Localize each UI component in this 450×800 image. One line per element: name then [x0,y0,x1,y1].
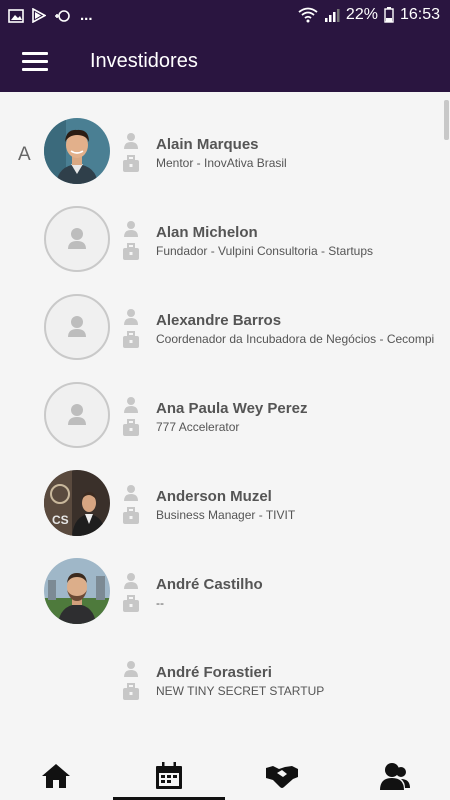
image-icon [8,8,24,23]
person-icon [124,133,138,149]
signal-icon [324,9,340,22]
person-icon [124,485,138,501]
investor-role: NEW TINY SECRET STARTUP [156,684,325,698]
nav-calendar[interactable] [113,752,225,800]
menu-icon[interactable] [22,52,48,72]
side-icons [122,308,140,354]
side-icons [122,132,140,178]
data-saver-icon [55,9,70,22]
investor-role: Fundador - Vulpini Consultoria - Startup… [156,244,373,258]
nav-people[interactable] [339,752,450,800]
investor-list[interactable]: A Alain Marques Mentor - InovAtiva Brasi… [0,92,450,752]
bottom-nav [0,752,450,800]
person-icon [68,228,86,249]
avatar-placeholder [44,206,110,272]
page-title: Investidores [90,50,198,72]
investor-name: Anderson Muzel [156,488,272,505]
investor-role: Coordenador da Incubadora de Negócios - … [156,332,435,346]
person-icon [68,316,86,337]
list-item[interactable]: Alain Marques Mentor - InovAtiva Brasil [0,92,450,184]
person-icon [124,397,138,413]
svg-text:CS: CS [52,513,69,527]
list-item[interactable]: André Castilho -- [0,532,450,624]
nav-home[interactable] [0,752,112,800]
avatar: CS [44,470,110,536]
side-icons [122,660,140,706]
investor-role: -- [156,596,164,610]
investor-role: Mentor - InovAtiva Brasil [156,156,287,170]
avatar [44,118,110,184]
avatar [44,558,110,624]
avatar-placeholder [44,382,110,448]
list-item[interactable]: Ana Paula Wey Perez 777 Accelerator [0,356,450,448]
investor-name: Alain Marques [156,136,259,153]
calendar-icon [156,762,182,789]
side-icons [122,572,140,618]
wifi-icon [298,7,318,23]
list-item[interactable]: Alan Michelon Fundador - Vulpini Consult… [0,180,450,272]
home-icon [42,764,70,788]
battery-percent: 22% [345,6,378,23]
side-icons [122,396,140,442]
app-bar: Investidores [0,32,450,92]
briefcase-icon [123,331,139,348]
briefcase-icon [123,507,139,524]
person-icon [124,221,138,237]
side-icons [122,484,140,530]
more-notifications: ... [80,7,93,24]
briefcase-icon [123,155,139,172]
handshake-icon [266,766,298,788]
clock: 16:53 [399,6,440,23]
list-item[interactable]: Alexandre Barros Coordenador da Incubado… [0,268,450,360]
investor-name: Ana Paula Wey Perez [156,400,308,417]
person-icon [68,404,86,425]
investor-role: 777 Accelerator [156,420,240,434]
notification-icons: ... [8,7,93,24]
person-icon [124,309,138,325]
investor-name: Alan Michelon [156,224,258,241]
investor-name: André Castilho [156,576,263,593]
investor-name: Alexandre Barros [156,312,282,329]
battery-icon [384,7,394,23]
briefcase-icon [123,595,139,612]
person-icon [124,661,138,677]
list-item[interactable]: André Forastieri NEW TINY SECRET STARTUP [0,620,450,707]
avatar-placeholder [44,294,110,360]
status-bar: ... 22% 16:53 [0,0,450,32]
list-item[interactable]: CS Anderson Muzel Business Manager - TIV… [0,444,450,536]
person-icon [124,573,138,589]
side-icons [122,220,140,266]
nav-deals[interactable] [226,752,338,800]
briefcase-icon [123,243,139,260]
system-icons: 22% 16:53 [298,6,440,24]
people-icon [380,763,410,790]
investor-name: André Forastieri [156,664,272,681]
investor-role: Business Manager - TIVIT [156,508,296,522]
briefcase-icon [123,419,139,436]
briefcase-icon [123,683,139,700]
play-store-icon [32,8,46,23]
